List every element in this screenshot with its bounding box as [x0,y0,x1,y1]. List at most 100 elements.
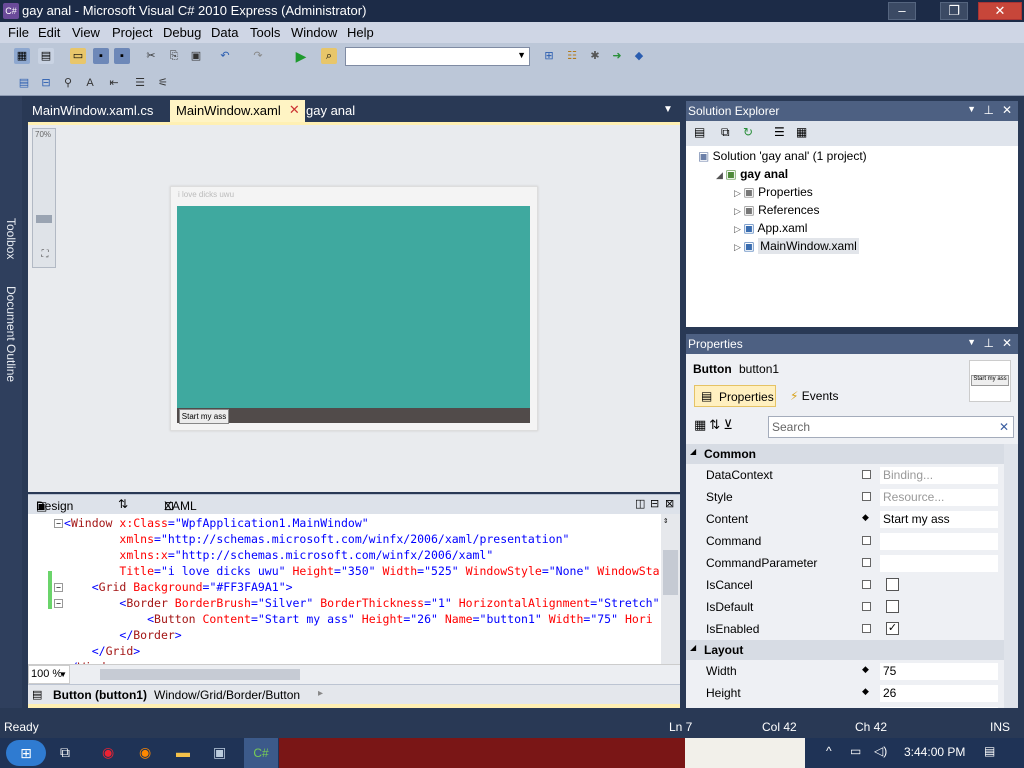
code-line[interactable]: </Grid> [64,644,141,660]
property-value[interactable]: Resource... [880,489,998,506]
expand-icon[interactable]: ▷ [734,224,743,234]
alphabetical-icon[interactable]: ⇅ [709,417,723,432]
solution-tree-item[interactable]: ◢ ▣ gay anal [716,167,788,181]
property-value[interactable]: ✓ [880,621,998,638]
pin-icon[interactable]: ⊥ [984,336,994,350]
start-page-icon[interactable]: ➜ [609,48,625,64]
paste-icon[interactable]: ▣ [188,48,204,64]
categorized-icon[interactable]: ▦ [694,417,709,432]
solution-tree-item[interactable]: ▣ Solution 'gay anal' (1 project) [698,149,867,163]
collapse-icon[interactable]: ◢ [690,643,696,652]
menu-edit[interactable]: Edit [38,25,60,40]
property-marker-icon[interactable]: ◆ [862,512,871,522]
property-value[interactable]: 75 [880,663,998,680]
start-debugging-icon[interactable]: ▶ [293,48,309,64]
object-members-icon[interactable]: ▤ [16,75,32,91]
breadcrumb-path[interactable]: Window/Grid/Border/Button [154,688,300,702]
menu-view[interactable]: View [72,25,100,40]
events-tab[interactable]: ⚡ Events [790,389,838,403]
tab-dropdown-icon[interactable]: ▼ [663,104,673,115]
solution-config-combo[interactable]: ▼ [345,47,530,66]
firefox-icon[interactable]: ◉ [139,744,151,761]
horizontal-scroll-thumb[interactable] [100,669,300,680]
vertical-split-icon[interactable]: ◫ [635,497,645,510]
collapse-icon[interactable]: ◢ [690,447,696,456]
toolbox-tab[interactable]: Toolbox [4,218,18,259]
open-file-icon[interactable]: ▭ [70,48,86,64]
close-icon[interactable]: ✕ [289,102,300,118]
new-project-icon[interactable]: ▦ [14,48,30,64]
property-category[interactable]: ◢ Layout [686,640,1006,660]
quick-info-icon[interactable]: ⚲ [60,75,76,91]
property-marker-icon[interactable]: ◆ [862,686,871,696]
document-outline-tab[interactable]: Document Outline [4,286,18,382]
code-line[interactable]: <Window x:Class="WpfApplication1.MainWin… [64,516,369,532]
wpf-border[interactable] [177,408,530,423]
extension-manager-icon[interactable]: ◆ [631,48,647,64]
save-all-icon[interactable]: ▪ [114,48,130,64]
save-icon[interactable]: ▪ [93,48,109,64]
menu-tools[interactable]: Tools [250,25,280,40]
property-value[interactable]: Start my ass [880,511,998,528]
property-category[interactable]: ◢ Common [686,444,1006,464]
property-value[interactable] [880,533,998,550]
property-marker-icon[interactable] [862,602,871,611]
code-line[interactable]: <Grid Background="#FF3FA9A1"> [64,580,293,596]
expand-icon[interactable]: ▷ [734,206,743,216]
visual-studio-taskbar-icon[interactable]: C# [244,738,278,768]
toolbox-icon[interactable]: ✱ [587,48,603,64]
cut-icon[interactable]: ✂ [143,48,159,64]
tab-gay-anal[interactable]: gay anal [300,100,361,122]
wpf-grid[interactable] [177,206,530,408]
collapse-icon[interactable]: − [54,599,63,608]
menu-help[interactable]: Help [347,25,374,40]
chrome-icon[interactable]: ◉ [102,744,114,761]
solution-tree-item[interactable]: ▷ ▣ MainWindow.xaml [734,238,859,254]
parameter-info-icon[interactable]: ⊟ [38,75,54,91]
collapse-icon[interactable]: − [54,519,63,528]
show-hidden-icons-icon[interactable]: ^ [826,744,832,758]
close-button[interactable]: ✕ [978,2,1022,20]
properties-tab[interactable]: ▤ Properties [694,385,776,407]
property-marker-icon[interactable]: ◆ [862,664,871,674]
vertical-scrollbar[interactable]: ⇕ [661,514,680,664]
property-marker-icon[interactable] [862,470,871,479]
property-search-input[interactable]: Search ✕ [768,416,1014,438]
solution-explorer-icon[interactable]: ⊞ [541,48,557,64]
solution-tree-item[interactable]: ▷ ▣ References [734,203,819,217]
split-handle-icon[interactable]: ⇕ [663,516,668,526]
complete-word-icon[interactable]: A [82,75,98,91]
volume-icon[interactable]: ◁) [874,744,887,758]
breadcrumb-selected[interactable]: Button (button1) [53,688,147,702]
close-icon[interactable]: ✕ [1002,103,1012,117]
property-marker-icon[interactable] [862,492,871,501]
wpf-button-start[interactable]: Start my ass [179,409,229,424]
tab-mainwindow-xaml[interactable]: MainWindow.xaml ✕ [170,100,305,122]
view-designer-icon[interactable]: ▦ [796,125,807,139]
close-icon[interactable]: ✕ [1002,336,1012,350]
panel-menu-icon[interactable]: ▼ [967,337,976,347]
filter-icon[interactable]: ⊻ [723,417,736,432]
start-button[interactable]: ⊞ [6,740,46,766]
code-line[interactable]: xmlns:x="http://schemas.microsoft.com/wi… [64,548,493,564]
notifications-icon[interactable]: ▤ [984,744,995,758]
checkbox[interactable] [886,600,899,613]
fit-to-window-icon[interactable]: ⛶ [37,249,53,263]
undo-icon[interactable]: ↶ [217,48,233,64]
swap-panes-button[interactable]: ⇅ [118,497,128,511]
task-view-icon[interactable]: ⧉ [60,744,70,761]
property-marker-icon[interactable] [862,558,871,567]
property-marker-icon[interactable] [862,624,871,633]
uncomment-lines-icon[interactable]: ⚟ [155,75,171,91]
expand-icon[interactable]: ▷ [734,242,743,252]
editor-zoom-combo[interactable]: 100 % ▼ [28,665,70,684]
tab-mainwindow-xaml-cs[interactable]: MainWindow.xaml.cs [26,100,159,122]
redo-icon[interactable]: ↷ [250,48,266,64]
property-marker-icon[interactable] [862,536,871,545]
maximize-button[interactable]: ❐ [940,2,968,20]
find-in-files-icon[interactable]: ⌕ [321,48,337,64]
file-explorer-icon[interactable]: ▬ [176,744,190,760]
property-value[interactable]: 26 [880,685,998,702]
pin-icon[interactable]: ⊥ [984,103,994,117]
add-item-icon[interactable]: ▤ [38,48,54,64]
